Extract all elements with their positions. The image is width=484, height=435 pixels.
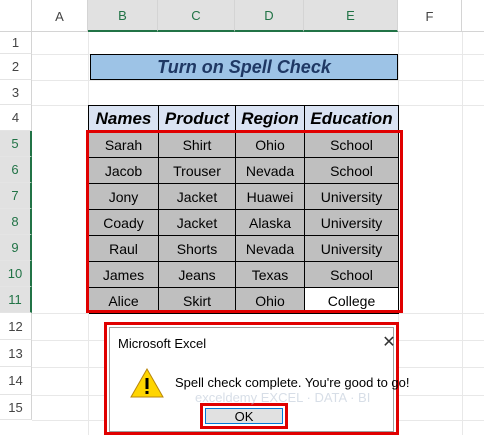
- row-header-15[interactable]: 15: [0, 395, 32, 420]
- dialog-message: Spell check complete. You're good to go!: [175, 375, 410, 390]
- row-header-6[interactable]: 6: [0, 157, 32, 183]
- data-highlight-box: [86, 130, 403, 313]
- column-header-c[interactable]: C: [158, 0, 235, 32]
- table-header-cell[interactable]: Education: [305, 106, 399, 132]
- column-header-d[interactable]: D: [235, 0, 304, 32]
- watermark: exceldemy EXCEL · DATA · BI: [195, 390, 371, 405]
- table-header-cell[interactable]: Names: [89, 106, 159, 132]
- warning-icon: [130, 368, 164, 398]
- dialog-title: Microsoft Excel: [118, 336, 207, 351]
- row-header-1[interactable]: 1: [0, 32, 32, 54]
- dialog-frame: Microsoft Excel ✕ Spell check complete. …: [109, 327, 409, 432]
- row-header-11[interactable]: 11: [0, 287, 32, 313]
- column-header-f[interactable]: F: [398, 0, 462, 32]
- row-header-10[interactable]: 10: [0, 261, 32, 287]
- row-header-9[interactable]: 9: [0, 235, 32, 261]
- column-header-b[interactable]: B: [88, 0, 158, 32]
- row-header-3[interactable]: 3: [0, 80, 32, 105]
- close-icon[interactable]: ✕: [380, 333, 398, 351]
- row-header-2[interactable]: 2: [0, 54, 32, 80]
- row-header-8[interactable]: 8: [0, 209, 32, 235]
- column-header-e[interactable]: E: [304, 0, 398, 32]
- table-header-cell[interactable]: Region: [236, 106, 305, 132]
- row-header-13[interactable]: 13: [0, 340, 32, 367]
- ok-button-highlight: OK: [200, 403, 288, 429]
- row-header-7[interactable]: 7: [0, 183, 32, 209]
- sheet-title[interactable]: Turn on Spell Check: [90, 54, 398, 80]
- column-header-a[interactable]: A: [32, 0, 88, 32]
- row-header-12[interactable]: 12: [0, 313, 32, 340]
- select-all-corner[interactable]: [0, 0, 32, 32]
- row-header-4[interactable]: 4: [0, 105, 32, 131]
- gridline: [32, 80, 484, 81]
- spell-check-dialog: Microsoft Excel ✕ Spell check complete. …: [104, 322, 409, 435]
- row-header-5[interactable]: 5: [0, 131, 32, 157]
- ok-button[interactable]: OK: [205, 408, 283, 424]
- row-header-14[interactable]: 14: [0, 367, 32, 395]
- table-header-cell[interactable]: Product: [159, 106, 236, 132]
- gridline: [462, 32, 463, 435]
